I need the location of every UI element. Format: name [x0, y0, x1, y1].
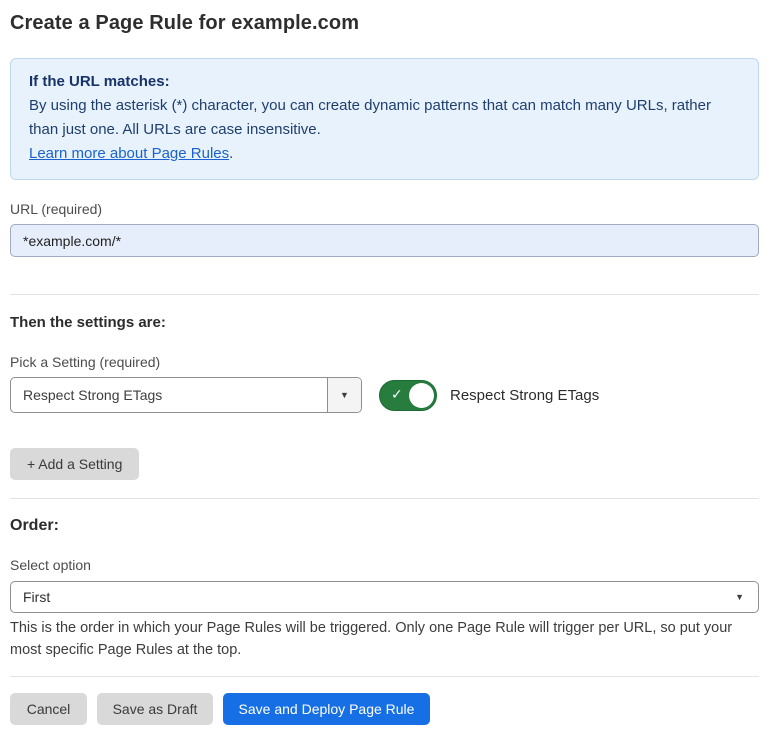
page-title: Create a Page Rule for example.com	[10, 12, 759, 35]
toggle-label: Respect Strong ETags	[450, 387, 599, 404]
order-heading: Order:	[10, 517, 759, 535]
cancel-button[interactable]: Cancel	[10, 693, 87, 725]
info-box-link-line: Learn more about Page Rules.	[29, 142, 740, 166]
setting-select-value: Respect Strong ETags	[11, 378, 327, 412]
caret-down-icon: ▼	[340, 390, 349, 400]
setting-row: Respect Strong ETags ▼ ✓ Respect Strong …	[10, 377, 759, 413]
order-select-label: Select option	[10, 557, 759, 573]
setting-select-arrow-button[interactable]: ▼	[327, 378, 361, 412]
order-select-value: First	[11, 582, 758, 612]
setting-picker-label: Pick a Setting (required)	[10, 354, 759, 370]
check-icon: ✓	[391, 386, 403, 403]
url-match-info-box: If the URL matches: By using the asteris…	[10, 58, 759, 180]
create-page-rule-form: Create a Page Rule for example.com If th…	[0, 12, 769, 725]
info-box-body: By using the asterisk (*) character, you…	[29, 94, 740, 142]
footer-divider	[10, 676, 759, 677]
setting-select[interactable]: Respect Strong ETags ▼	[10, 377, 362, 413]
save-deploy-button[interactable]: Save and Deploy Page Rule	[223, 693, 430, 725]
etag-toggle-switch[interactable]: ✓	[379, 380, 437, 411]
chevron-down-icon: ▼	[735, 592, 744, 602]
order-select[interactable]: First ▼	[10, 581, 759, 613]
add-setting-button[interactable]: + Add a Setting	[10, 448, 139, 480]
learn-more-link[interactable]: Learn more about Page Rules	[29, 145, 229, 162]
url-input[interactable]	[10, 224, 759, 257]
url-label: URL (required)	[10, 201, 759, 217]
section-divider	[10, 294, 759, 295]
settings-heading: Then the settings are:	[10, 314, 759, 331]
toggle-knob	[409, 383, 434, 408]
info-box-heading: If the URL matches:	[29, 70, 740, 94]
save-draft-button[interactable]: Save as Draft	[97, 693, 213, 725]
link-suffix: .	[229, 145, 233, 162]
footer-actions: Cancel Save as Draft Save and Deploy Pag…	[10, 693, 759, 725]
order-help-text: This is the order in which your Page Rul…	[10, 617, 759, 661]
section-divider	[10, 498, 759, 499]
